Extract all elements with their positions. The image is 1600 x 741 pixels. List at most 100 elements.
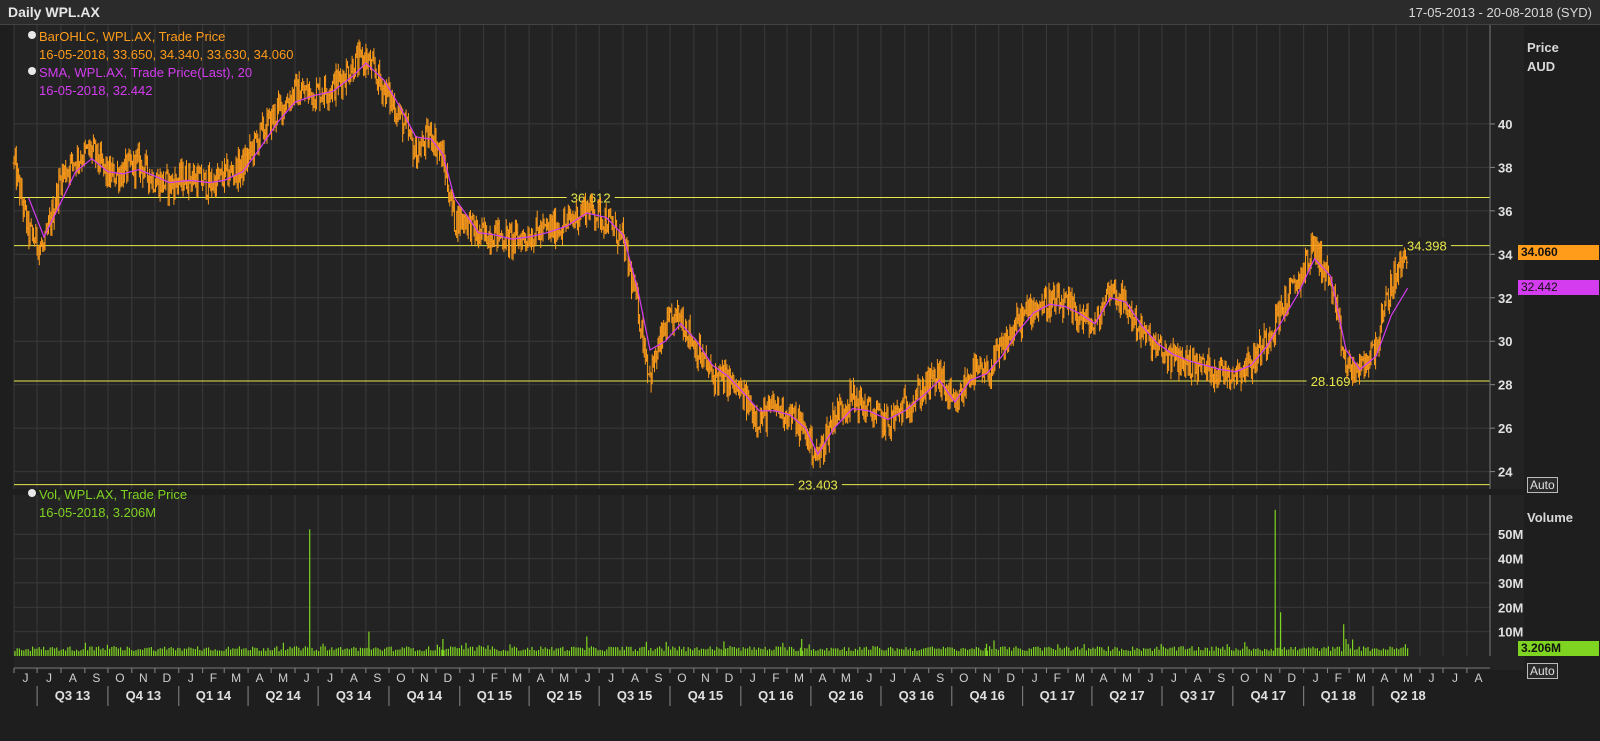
y-tick-label: 26	[1498, 421, 1512, 436]
x-quarter-label: Q1 14	[196, 688, 232, 703]
vol-legend-title: Vol, WPL.AX, Trade Price	[39, 487, 188, 502]
vol-legend[interactable]: Vol, WPL.AX, Trade Price	[28, 486, 187, 504]
x-month-label: J	[1147, 671, 1153, 685]
x-month-label: O	[677, 671, 686, 685]
x-month-label: D	[162, 671, 171, 685]
x-quarter-label: Q2 18	[1390, 688, 1425, 703]
level-label: 23.403	[798, 478, 838, 493]
x-month-label: D	[725, 671, 734, 685]
sma-legend-title: SMA, WPL.AX, Trade Price(Last), 20	[39, 65, 253, 80]
legend-marker-icon	[28, 489, 36, 497]
x-month-label: M	[1403, 671, 1413, 685]
x-month-label: A	[1381, 671, 1389, 685]
x-month-label: J	[608, 671, 614, 685]
ohlc-legend-values: 16-05-2018, 33.650, 34.340, 33.630, 34.0…	[39, 47, 294, 62]
x-month-label: D	[1287, 671, 1296, 685]
y-tick-label: 24	[1498, 465, 1513, 480]
price-auto-scale-button[interactable]: Auto	[1527, 477, 1558, 493]
x-quarter-label: Q2 14	[265, 688, 301, 703]
x-month-label: M	[559, 671, 569, 685]
x-quarter-label: Q3 17	[1180, 688, 1215, 703]
price-axis-title: Price	[1527, 40, 1559, 55]
ohlc-legend-title: BarOHLC, WPL.AX, Trade Price	[39, 29, 226, 44]
x-month-label: S	[92, 671, 100, 685]
x-month-label: J	[1452, 671, 1458, 685]
volume-tick-label: 40M	[1498, 552, 1523, 567]
legend-marker-icon	[28, 67, 36, 75]
x-month-label: A	[69, 671, 77, 685]
x-month-label: F	[491, 671, 498, 685]
x-month-label: M	[794, 671, 804, 685]
x-quarter-label: Q1 15	[477, 688, 512, 703]
x-quarter-label: Q1 16	[758, 688, 793, 703]
x-quarter-label: Q1 18	[1321, 688, 1356, 703]
x-month-label: J	[750, 671, 756, 685]
x-month-label: M	[512, 671, 522, 685]
x-month-label: J	[890, 671, 896, 685]
x-month-label: M	[1122, 671, 1132, 685]
volume-axis-title: Volume	[1527, 510, 1573, 525]
x-month-label: M	[231, 671, 241, 685]
x-quarter-label: Q2 17	[1109, 688, 1144, 703]
x-month-label: N	[983, 671, 992, 685]
x-month-label: A	[1194, 671, 1202, 685]
x-quarter-label: Q3 13	[55, 688, 90, 703]
x-month-label: A	[818, 671, 826, 685]
x-month-label: J	[866, 671, 872, 685]
x-month-label: J	[188, 671, 194, 685]
x-quarter-label: Q2 15	[546, 688, 581, 703]
volume-tick-label: 10M	[1498, 625, 1523, 640]
x-month-label: N	[139, 671, 148, 685]
x-quarter-label: Q3 15	[617, 688, 652, 703]
x-month-label: F	[1335, 671, 1342, 685]
sma-last-tag: 32.442	[1518, 280, 1599, 296]
x-month-label: S	[936, 671, 944, 685]
last-volume-tag: 3.206M	[1518, 641, 1599, 657]
x-quarter-label: Q4 16	[970, 688, 1005, 703]
volume-tick-label: 20M	[1498, 600, 1523, 615]
x-quarter-label: Q1 17	[1040, 688, 1075, 703]
x-month-label: F	[772, 671, 779, 685]
x-quarter-label: Q4 15	[688, 688, 723, 703]
volume-auto-scale-button[interactable]: Auto	[1527, 663, 1558, 679]
price-legend: BarOHLC, WPL.AX, Trade Price 16-05-2018,…	[28, 28, 293, 100]
x-month-label: J	[1032, 671, 1038, 685]
x-month-label: A	[1474, 671, 1482, 685]
x-month-label: O	[959, 671, 968, 685]
y-tick-label: 30	[1498, 334, 1512, 349]
ohlc-legend[interactable]: BarOHLC, WPL.AX, Trade Price	[28, 28, 293, 46]
price-volume-chart[interactable]: 36.61234.39828.16923.403 242628303234363…	[0, 0, 1600, 741]
x-month-label: A	[1099, 671, 1107, 685]
x-month-label: J	[1313, 671, 1319, 685]
x-month-label: A	[913, 671, 921, 685]
x-month-label: N	[420, 671, 429, 685]
x-month-label: D	[1006, 671, 1015, 685]
x-month-label: A	[631, 671, 639, 685]
x-month-label: M	[1075, 671, 1085, 685]
volume-tick-label: 50M	[1498, 527, 1523, 542]
y-tick-label: 34	[1498, 247, 1513, 262]
y-tick-label: 32	[1498, 291, 1512, 306]
sma-legend-values: 16-05-2018, 32.442	[39, 83, 153, 98]
x-month-label: O	[115, 671, 124, 685]
x-month-label: N	[1264, 671, 1273, 685]
x-quarter-label: Q4 13	[126, 688, 161, 703]
x-month-label: F	[210, 671, 217, 685]
volume-legend: Vol, WPL.AX, Trade Price 16-05-2018, 3.2…	[28, 486, 187, 522]
x-quarter-label: Q2 16	[828, 688, 863, 703]
x-month-label: J	[585, 671, 591, 685]
x-month-label: J	[1171, 671, 1177, 685]
sma-legend[interactable]: SMA, WPL.AX, Trade Price(Last), 20	[28, 64, 293, 82]
date-range: 17-05-2013 - 20-08-2018 (SYD)	[1408, 5, 1592, 20]
x-month-label: J	[23, 671, 29, 685]
y-tick-label: 38	[1498, 160, 1512, 175]
last-price-tag: 34.060	[1518, 245, 1599, 260]
y-tick-label: 36	[1498, 204, 1512, 219]
x-month-label: J	[46, 671, 52, 685]
x-month-label: F	[1054, 671, 1061, 685]
price-axis-unit: AUD	[1527, 59, 1556, 74]
x-month-label: S	[1217, 671, 1225, 685]
x-month-label: A	[256, 671, 264, 685]
y-tick-label: 28	[1498, 378, 1512, 393]
x-quarter-label: Q4 14	[407, 688, 443, 703]
